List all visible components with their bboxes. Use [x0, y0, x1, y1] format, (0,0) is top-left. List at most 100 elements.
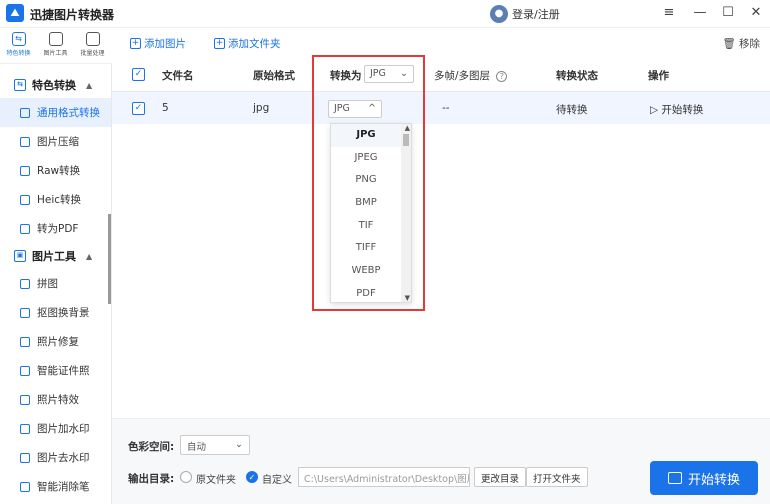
- row-original-format: jpg: [253, 102, 270, 114]
- output-dir-label: 输出目录:: [128, 473, 175, 485]
- image-tools-icon: ▣: [14, 250, 26, 262]
- pdf-icon: [20, 223, 30, 234]
- id-photo-icon: [20, 365, 30, 376]
- login-button[interactable]: ● 登录/注册: [490, 4, 560, 24]
- color-space-label: 色彩空间:: [128, 441, 175, 453]
- effects-icon: [20, 394, 30, 405]
- output-path-input[interactable]: C:\Users\Administrator\Desktop\图片: [298, 467, 470, 487]
- swap-icon: ⇆: [11, 32, 26, 46]
- row-filename: 5: [162, 102, 169, 114]
- top-rail: ⇆ 特色转换 图片工具 批量处理: [0, 28, 112, 64]
- col-action: 操作: [648, 70, 669, 82]
- sidebar-item-photo-repair[interactable]: 照片修复: [0, 327, 111, 356]
- sidebar-item-add-watermark[interactable]: 图片加水印: [0, 414, 111, 443]
- raw-icon: [20, 165, 30, 176]
- sidebar-item-label: 照片修复: [37, 336, 79, 348]
- sidebar-item-eraser[interactable]: 智能消除笔: [0, 472, 111, 501]
- output-settings: 色彩空间: 自动 ⌄ 输出目录: 原文件夹 ✓ 自定义 C:\Users\Adm…: [112, 418, 770, 504]
- section-title: 特色转换: [32, 79, 76, 92]
- sidebar-item-collage[interactable]: 拼图: [0, 269, 111, 298]
- select-all-checkbox[interactable]: ✓: [132, 68, 145, 81]
- compress-icon: [20, 136, 30, 147]
- sidebar-item-photo-effects[interactable]: 照片特效: [0, 385, 111, 414]
- remove-button[interactable]: 🗑 移除: [722, 36, 760, 51]
- remove-label: 移除: [739, 38, 760, 50]
- row-status: 待转换: [556, 104, 588, 116]
- sidebar-item-label: 抠图换背景: [37, 307, 90, 319]
- app-title: 迅捷图片转换器: [30, 8, 115, 22]
- sidebar-item-label: 拼图: [37, 278, 58, 290]
- color-space-value: 自动: [187, 442, 207, 453]
- add-folder-label: 添加文件夹: [228, 38, 281, 50]
- rail-tab-image-tools[interactable]: 图片工具: [37, 28, 74, 64]
- row-checkbox[interactable]: ✓: [132, 102, 145, 115]
- chevron-down-icon: ⌄: [235, 439, 243, 450]
- sidebar-item-to-pdf[interactable]: 转为PDF: [0, 214, 111, 243]
- remove-watermark-icon: [20, 452, 30, 463]
- rail-tab-label: 特色转换: [6, 50, 31, 57]
- heic-icon: [20, 194, 30, 205]
- rail-tab-batch[interactable]: 批量处理: [74, 28, 111, 64]
- sidebar-item-label: 图片压缩: [37, 136, 79, 148]
- sidebar-item-heic[interactable]: Heic转换: [0, 185, 111, 214]
- sidebar: ⇆ 特色转换 ▲ 通用格式转换 图片压缩 Raw转换 Heic转换 转为PDF …: [0, 64, 112, 504]
- app-logo-icon: ⛰: [6, 4, 24, 22]
- row-start-button[interactable]: ▷ 开始转换: [650, 102, 703, 117]
- close-icon[interactable]: ✕: [747, 4, 765, 22]
- swap-icon: ⇆: [14, 79, 26, 91]
- col-original-format: 原始格式: [253, 70, 295, 82]
- open-folder-button[interactable]: 打开文件夹: [526, 467, 588, 487]
- play-icon: ▷: [650, 104, 659, 116]
- table-row[interactable]: ✓ 5 jpg JPG ^ -- 待转换 ▷ 开始转换: [112, 92, 770, 124]
- add-folder-button[interactable]: + 添加文件夹: [214, 36, 281, 51]
- radio-custom[interactable]: ✓: [246, 471, 258, 483]
- maximize-icon[interactable]: ☐: [719, 4, 737, 22]
- sidebar-item-label: Heic转换: [37, 194, 82, 206]
- sidebar-section-tools[interactable]: ▣ 图片工具 ▲: [0, 243, 111, 269]
- highlight-box: [312, 55, 425, 311]
- sidebar-item-label: 智能消除笔: [37, 481, 90, 493]
- sidebar-item-cutout[interactable]: 抠图换背景: [0, 298, 111, 327]
- login-label: 登录/注册: [512, 8, 560, 21]
- eraser-icon: [20, 481, 30, 492]
- radio-original-folder[interactable]: [180, 471, 192, 483]
- sidebar-item-id-photo[interactable]: 智能证件照: [0, 356, 111, 385]
- minimize-icon[interactable]: —: [691, 4, 709, 22]
- repair-icon: [20, 336, 30, 347]
- add-icon: +: [130, 38, 141, 49]
- col-status: 转换状态: [556, 70, 598, 82]
- sidebar-item-general-convert[interactable]: 通用格式转换: [0, 98, 111, 127]
- toolbar: + 添加图片 + 添加文件夹 🗑 移除: [112, 28, 770, 58]
- row-start-label: 开始转换: [661, 104, 704, 116]
- sidebar-item-label: 智能证件照: [37, 365, 90, 377]
- sidebar-item-label: Raw转换: [37, 165, 81, 177]
- sidebar-scrollbar[interactable]: [108, 214, 111, 304]
- batch-icon: [85, 32, 100, 46]
- collage-icon: [20, 278, 30, 289]
- color-space-select[interactable]: 自动 ⌄: [180, 435, 250, 455]
- help-icon[interactable]: ?: [496, 71, 508, 82]
- menu-icon[interactable]: ≡: [660, 4, 678, 22]
- add-image-label: 添加图片: [144, 38, 186, 50]
- rail-tab-label: 图片工具: [43, 50, 68, 57]
- col-multiframe-label: 多帧/多图层: [434, 70, 491, 82]
- col-multiframe: 多帧/多图层 ?: [434, 68, 508, 83]
- sidebar-item-remove-watermark[interactable]: 图片去水印: [0, 443, 111, 472]
- sidebar-item-compress[interactable]: 图片压缩: [0, 127, 111, 156]
- cutout-icon: [20, 307, 30, 318]
- convert-icon: [667, 472, 682, 484]
- chevron-up-icon: ▲: [86, 251, 93, 261]
- table-header: ✓ 文件名 原始格式 转换为 JPG ⌄ 多帧/多图层 ? 转换状态 操作: [112, 58, 770, 92]
- change-dir-button[interactable]: 更改目录: [474, 467, 527, 487]
- trash-icon: 🗑: [722, 38, 736, 50]
- sidebar-section-feature[interactable]: ⇆ 特色转换 ▲: [0, 72, 111, 98]
- sidebar-item-label: 转为PDF: [37, 223, 79, 235]
- rail-tab-feature-convert[interactable]: ⇆ 特色转换: [0, 28, 37, 64]
- custom-label: 自定义: [262, 475, 292, 486]
- row-multiframe: --: [442, 102, 450, 114]
- add-image-button[interactable]: + 添加图片: [130, 36, 186, 51]
- chevron-up-icon: ▲: [86, 80, 93, 90]
- start-convert-button[interactable]: 开始转换: [650, 461, 758, 495]
- sidebar-item-raw[interactable]: Raw转换: [0, 156, 111, 185]
- rail-tab-label: 批量处理: [80, 50, 105, 57]
